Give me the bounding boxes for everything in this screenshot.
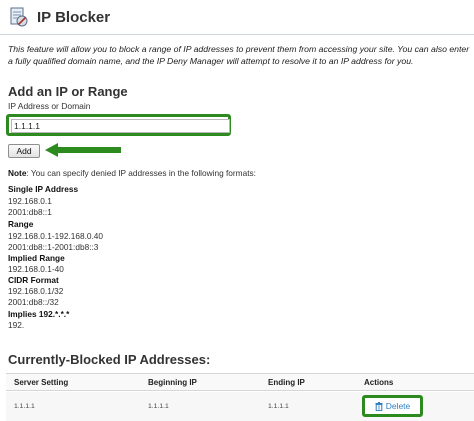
column-header-actions: Actions (364, 378, 394, 387)
format-heading: Single IP Address (8, 184, 79, 194)
format-heading: Implies 192.*.*.* (8, 309, 70, 319)
ip-address-input[interactable] (11, 119, 230, 133)
note-text: : You can specify denied IP addresses in… (26, 168, 256, 178)
format-example: 2001:db8::/32 (8, 297, 59, 307)
ip-input-highlight (6, 114, 231, 136)
blocked-section-title: Currently-Blocked IP Addresses: (8, 352, 211, 367)
add-button[interactable]: Add (8, 144, 40, 158)
format-example: 2001:db8::1 (8, 207, 52, 217)
delete-link[interactable]: Delete (375, 401, 411, 411)
format-example: 192.168.0.1-40 (8, 264, 64, 274)
format-example: 192. (8, 320, 25, 330)
cell-beginning-ip: 1.1.1.1 (148, 403, 169, 410)
format-note: Note: You can specify denied IP addresse… (8, 168, 256, 178)
column-header-beginning-ip: Beginning IP (148, 378, 197, 387)
format-example: 192.168.0.1 (8, 196, 52, 206)
format-example: 192.168.0.1-192.168.0.40 (8, 231, 104, 241)
trash-icon (375, 401, 383, 411)
intro-text: This feature will allow you to block a r… (8, 44, 470, 66)
column-header-ending-ip: Ending IP (268, 378, 305, 387)
cell-ending-ip: 1.1.1.1 (268, 403, 289, 410)
format-heading: Range (8, 219, 34, 229)
delete-label: Delete (385, 401, 411, 411)
format-heading: CIDR Format (8, 275, 59, 285)
column-header-server-setting: Server Setting (14, 378, 69, 387)
header-divider (0, 34, 474, 35)
format-example: 2001:db8::1-2001:db8::3 (8, 242, 99, 252)
blocked-table-header: Server Setting Beginning IP Ending IP Ac… (6, 373, 474, 391)
format-example: 192.168.0.1/32 (8, 286, 64, 296)
add-section-title: Add an IP or Range (8, 84, 128, 99)
ip-field-label: IP Address or Domain (8, 101, 91, 111)
note-label: Note (8, 168, 27, 178)
page-header: IP Blocker (8, 6, 110, 28)
page-title: IP Blocker (37, 8, 111, 26)
cell-server-setting: 1.1.1.1 (14, 403, 35, 410)
format-heading: Implied Range (8, 253, 65, 263)
delete-highlight: Delete (362, 395, 423, 417)
arrow-annotation-icon (45, 143, 121, 157)
ip-blocker-icon (10, 7, 28, 27)
